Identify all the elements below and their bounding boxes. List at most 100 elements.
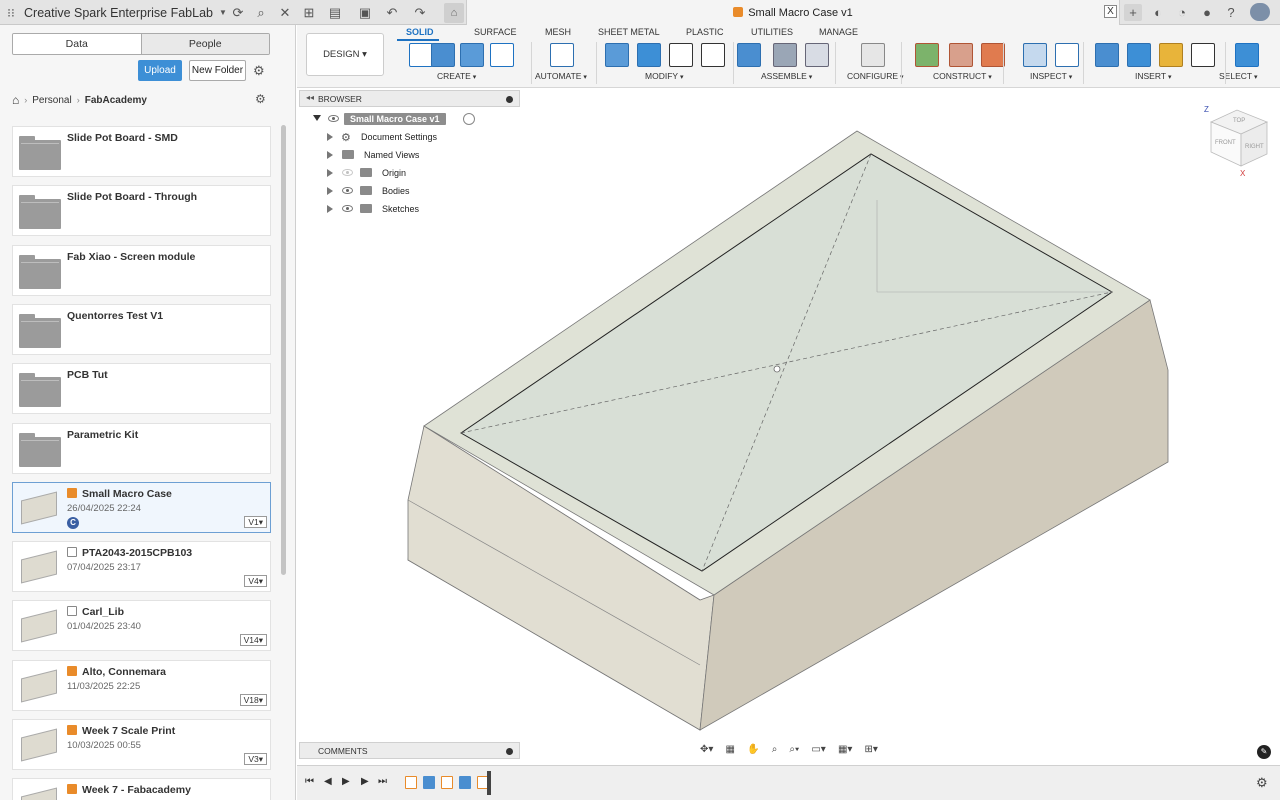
save-icon[interactable]: ▣ bbox=[356, 4, 374, 21]
design-item[interactable]: Week 7 - Fabacademy bbox=[12, 778, 271, 800]
version-dropdown[interactable]: V18▾ bbox=[239, 693, 267, 706]
version-dropdown[interactable]: V3▾ bbox=[244, 753, 267, 765]
revolve-icon[interactable] bbox=[460, 43, 484, 67]
tab-data[interactable]: Data bbox=[13, 34, 141, 54]
group-automate[interactable]: AUTOMATE bbox=[535, 71, 587, 81]
folder-item[interactable]: Slide Pot Board - SMD bbox=[12, 126, 271, 177]
interference-icon[interactable] bbox=[1055, 43, 1079, 67]
move-icon[interactable] bbox=[669, 43, 693, 67]
design-item[interactable]: Alto, Connemara 11/03/2025 22:25 V18▾ bbox=[12, 659, 271, 711]
redo-icon[interactable]: ↷ bbox=[411, 4, 429, 21]
tab-mesh[interactable]: MESH bbox=[545, 27, 571, 37]
tab-surface[interactable]: SURFACE bbox=[474, 27, 517, 37]
group-assemble[interactable]: ASSEMBLE bbox=[761, 71, 812, 81]
insert-derive-icon[interactable] bbox=[1095, 43, 1119, 67]
group-construct[interactable]: CONSTRUCT bbox=[933, 71, 992, 81]
new-folder-button[interactable]: New Folder bbox=[189, 60, 246, 81]
measure-icon[interactable] bbox=[1023, 43, 1047, 67]
chat-icon[interactable]: ✎ bbox=[1257, 745, 1271, 759]
tab-plastic[interactable]: PLASTIC bbox=[686, 27, 724, 37]
timeline-sketch-feature[interactable] bbox=[405, 776, 417, 789]
offset-plane-icon[interactable] bbox=[915, 43, 939, 67]
bom-icon[interactable] bbox=[805, 43, 829, 67]
play-icon[interactable]: ▶ bbox=[342, 776, 350, 787]
visibility-icon[interactable] bbox=[328, 115, 339, 122]
notifications-icon[interactable]: ● bbox=[1198, 4, 1216, 21]
sketch-center-point[interactable] bbox=[773, 365, 781, 373]
breadcrumb-personal[interactable]: Personal bbox=[32, 95, 71, 106]
tab-people[interactable]: People bbox=[140, 34, 269, 54]
tab-solid[interactable]: SOLID bbox=[406, 27, 434, 37]
expand-icon[interactable] bbox=[327, 169, 333, 177]
tree-node-bodies[interactable]: Bodies bbox=[310, 184, 530, 199]
expand-icon[interactable] bbox=[327, 133, 333, 141]
group-configure[interactable]: CONFIGURE bbox=[847, 71, 903, 81]
scrollbar[interactable] bbox=[281, 125, 286, 575]
expand-icon[interactable] bbox=[327, 205, 333, 213]
design-item[interactable]: Carl_Lib 01/04/2025 23:40 V14▾ bbox=[12, 600, 271, 652]
refresh-icon[interactable]: ⟳ bbox=[229, 4, 247, 21]
group-insert[interactable]: INSERT bbox=[1135, 71, 1172, 81]
job-status-icon[interactable]: ◔ bbox=[1173, 4, 1191, 21]
pin-icon[interactable] bbox=[506, 96, 513, 103]
workspace-switcher[interactable]: DESIGN ▾ bbox=[306, 33, 384, 76]
folder-item[interactable]: Quentorres Test V1 bbox=[12, 303, 271, 355]
design-item[interactable]: PTA2043-2015CPB103 07/04/2025 23:17 V4▾ bbox=[12, 541, 271, 593]
home-tab[interactable]: ⌂ bbox=[444, 3, 464, 23]
canvas-icon[interactable] bbox=[1127, 43, 1151, 67]
folder-item[interactable]: PCB Tut bbox=[12, 363, 271, 415]
joint-icon[interactable] bbox=[773, 43, 797, 67]
automate-icon[interactable] bbox=[550, 43, 574, 67]
undo-icon[interactable]: ↶ bbox=[383, 4, 401, 21]
select-icon[interactable] bbox=[1235, 43, 1259, 67]
expand-icon[interactable] bbox=[327, 187, 333, 195]
tree-node-sketches[interactable]: Sketches bbox=[310, 202, 530, 217]
orbit-icon[interactable]: ✥▾ bbox=[700, 744, 713, 755]
timeline-sketch-feature[interactable] bbox=[441, 776, 453, 789]
pan-icon[interactable]: ✋ bbox=[747, 744, 759, 755]
file-menu-icon[interactable]: ▤ bbox=[326, 4, 344, 21]
grid-icon[interactable]: ⊞ bbox=[300, 4, 318, 21]
create-sketch-icon[interactable] bbox=[409, 43, 433, 67]
new-component-icon[interactable] bbox=[737, 43, 761, 67]
step-forward-icon[interactable]: ▶ bbox=[361, 776, 369, 787]
expand-icon[interactable] bbox=[327, 151, 333, 159]
viewports-icon[interactable]: ⊞▾ bbox=[865, 744, 878, 755]
pin-icon[interactable] bbox=[506, 748, 513, 755]
rectangle-pattern-icon[interactable] bbox=[490, 43, 514, 67]
mesh-insert-icon[interactable] bbox=[1159, 43, 1183, 67]
version-dropdown[interactable]: V1▾ bbox=[244, 515, 267, 528]
visibility-icon[interactable] bbox=[342, 187, 353, 194]
gear-icon[interactable]: ⚙ bbox=[253, 63, 265, 79]
configure-icon[interactable] bbox=[861, 43, 885, 67]
tree-node-document-settings[interactable]: ⚙ Document Settings bbox=[310, 130, 530, 145]
browser-header[interactable]: ◂◂ BROWSER bbox=[299, 90, 520, 107]
folder-item[interactable]: Slide Pot Board - Through bbox=[12, 185, 271, 237]
home-icon[interactable]: ⌂ bbox=[12, 93, 19, 107]
activate-icon[interactable] bbox=[463, 113, 475, 125]
fx-icon[interactable] bbox=[701, 43, 725, 67]
tree-node-origin[interactable]: Origin bbox=[310, 166, 530, 181]
design-item[interactable]: Week 7 Scale Print 10/03/2025 00:55 V3▾ bbox=[12, 719, 271, 770]
step-back-icon[interactable]: ◀ bbox=[324, 776, 332, 787]
group-modify[interactable]: MODIFY bbox=[645, 71, 684, 81]
tab-manage[interactable]: MANAGE bbox=[819, 27, 858, 37]
timeline-marker[interactable] bbox=[487, 771, 491, 795]
look-at-icon[interactable]: ▦ bbox=[726, 744, 735, 755]
display-settings-icon[interactable]: ▭▾ bbox=[811, 744, 825, 755]
visibility-off-icon[interactable] bbox=[342, 169, 353, 176]
go-to-end-icon[interactable]: ⏭ bbox=[378, 776, 387, 787]
dxf-icon[interactable] bbox=[1191, 43, 1215, 67]
project-settings-icon[interactable]: ⚙ bbox=[255, 92, 266, 106]
folder-item[interactable]: Fab Xiao - Screen module bbox=[12, 244, 271, 296]
version-dropdown[interactable]: V4▾ bbox=[244, 575, 267, 588]
tree-node-root[interactable]: Small Macro Case v1 bbox=[310, 112, 530, 127]
design-item[interactable]: Small Macro Case 26/04/2025 22:24 C V1▾ bbox=[12, 481, 271, 533]
close-tab-button[interactable]: X bbox=[1104, 5, 1117, 18]
tab-sheet-metal[interactable]: SHEET METAL bbox=[598, 27, 660, 37]
expand-icon[interactable] bbox=[313, 115, 321, 121]
apps-grid-icon[interactable]: ⁝⁝ bbox=[0, 6, 22, 20]
collapse-icon[interactable]: ◂◂ bbox=[306, 93, 314, 102]
extrude-icon[interactable] bbox=[431, 43, 455, 67]
document-tab[interactable]: Small Macro Case v1 bbox=[466, 0, 1120, 25]
